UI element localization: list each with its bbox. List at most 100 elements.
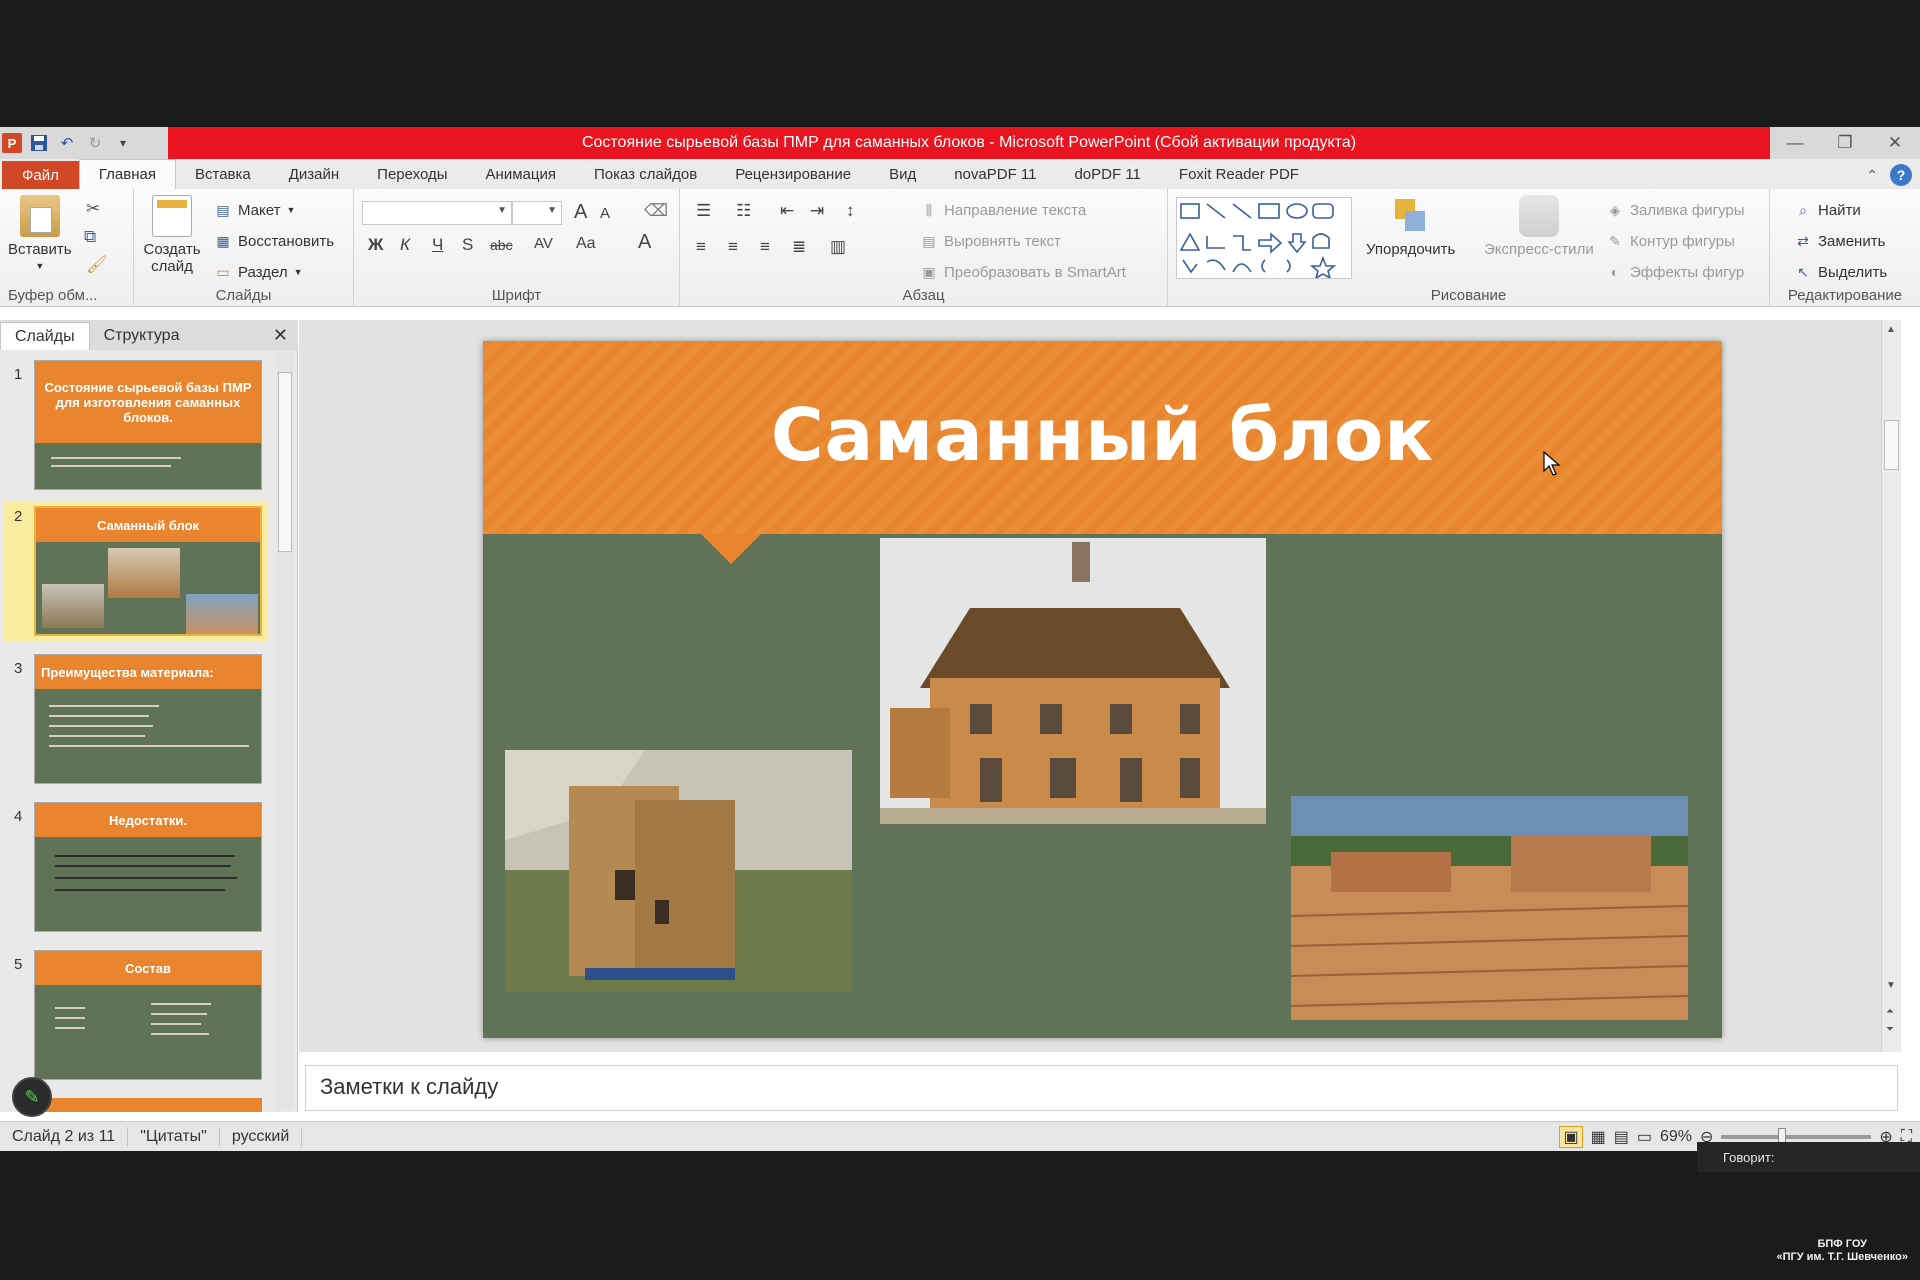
tab-slideshow[interactable]: Показ слайдов — [575, 159, 716, 189]
align-center-icon[interactable]: ≡ — [728, 237, 738, 257]
photo-drying-bricks[interactable] — [1291, 796, 1688, 1020]
powerpoint-app-icon[interactable]: P — [2, 133, 22, 153]
tab-outline[interactable]: Структура — [90, 322, 194, 350]
layout-button[interactable]: ▤ Макет ▼ — [214, 201, 295, 219]
replace-button[interactable]: ⇄ Заменить — [1794, 232, 1885, 250]
paste-button[interactable]: Вставить ▼ — [8, 195, 72, 275]
slide-sorter-icon[interactable]: ▦ — [1591, 1127, 1606, 1147]
next-slide-icon[interactable]: ⏷ — [1886, 1024, 1894, 1035]
copy-icon[interactable]: ⧉ — [84, 227, 96, 247]
slideshow-icon[interactable]: ▭ — [1637, 1127, 1652, 1147]
quick-styles-button[interactable]: Экспресс-стили — [1484, 195, 1594, 258]
strikethrough-icon[interactable]: abc — [490, 237, 513, 253]
group-clipboard: Вставить ▼ ✂ ⧉ 🖌 Буфер обм... — [0, 189, 134, 307]
justify-icon[interactable]: ≣ — [792, 237, 806, 257]
editor-scrollbar-thumb[interactable] — [1884, 420, 1899, 470]
redo-icon[interactable]: ↻ — [84, 132, 106, 154]
notes-pane[interactable]: Заметки к слайду — [305, 1065, 1898, 1111]
restore-icon[interactable]: ❐ — [1820, 127, 1870, 159]
minimize-ribbon-icon[interactable]: ⌃ — [1866, 167, 1878, 184]
reading-view-icon[interactable]: ▤ — [1614, 1127, 1629, 1147]
shape-effects-button[interactable]: ◐ Эффекты фигур — [1606, 263, 1744, 281]
photo-adobe-blocks[interactable] — [505, 750, 852, 992]
zoom-level[interactable]: 69% — [1660, 1128, 1692, 1146]
scroll-up-icon[interactable]: ▲ — [1886, 324, 1896, 335]
select-button[interactable]: ↖ Выделить — [1794, 263, 1887, 281]
increase-indent-icon[interactable]: ⇥ — [810, 201, 824, 221]
tab-file[interactable]: Файл — [2, 161, 79, 189]
help-icon[interactable]: ? — [1890, 164, 1912, 186]
tab-foxit[interactable]: Foxit Reader PDF — [1160, 159, 1318, 189]
shrink-font-icon[interactable]: A — [600, 205, 610, 222]
tab-dopdf[interactable]: doPDF 11 — [1055, 159, 1159, 189]
tab-novapdf[interactable]: novaPDF 11 — [935, 159, 1055, 189]
slide-thumbnail-3[interactable]: 3 Преимущества материала: — [0, 654, 280, 792]
columns-icon[interactable]: ▥ — [830, 237, 846, 257]
close-pane-icon[interactable]: ✕ — [273, 325, 288, 346]
numbering-icon[interactable]: ☷ — [736, 201, 751, 221]
align-text-button[interactable]: ▤ Выровнять текст — [920, 232, 1060, 250]
previous-slide-icon[interactable]: ⏶ — [1886, 1006, 1894, 1017]
font-name-select[interactable]: ▼ — [362, 201, 512, 225]
shape-fill-button[interactable]: ◈ Заливка фигуры — [1606, 201, 1745, 219]
slide-thumbnail-4[interactable]: 4 Недостатки. — [0, 802, 280, 940]
language-indicator[interactable]: русский — [220, 1126, 303, 1147]
underline-button[interactable]: Ч — [432, 235, 443, 255]
text-direction-button[interactable]: ⫼ Направление текста — [920, 201, 1086, 219]
arrange-button[interactable]: Упорядочить — [1366, 195, 1455, 258]
zoom-slider[interactable] — [1721, 1128, 1872, 1146]
tab-design[interactable]: Дизайн — [270, 159, 358, 189]
tab-home[interactable]: Главная — [78, 159, 176, 189]
align-left-icon[interactable]: ≡ — [696, 237, 706, 257]
tab-animations[interactable]: Анимация — [467, 159, 575, 189]
slide-canvas[interactable]: Саманный блок — [483, 341, 1722, 1038]
tab-insert[interactable]: Вставка — [176, 159, 270, 189]
slide-title[interactable]: Саманный блок — [483, 393, 1722, 477]
italic-button[interactable]: К — [400, 235, 410, 255]
tab-transitions[interactable]: Переходы — [358, 159, 466, 189]
find-button[interactable]: ⌕ Найти — [1794, 201, 1861, 219]
layout-icon: ▤ — [216, 201, 230, 218]
slide-thumbnail-6-partial[interactable] — [34, 1098, 262, 1112]
photo-adobe-house[interactable] — [880, 538, 1266, 824]
char-spacing-icon[interactable]: AV — [534, 235, 553, 252]
reset-button[interactable]: ▦ Восстановить — [214, 232, 334, 250]
cut-icon[interactable]: ✂ — [86, 199, 100, 219]
line-spacing-icon[interactable]: ↕ — [846, 201, 855, 221]
smartart-button[interactable]: ▣ Преобразовать в SmartArt — [920, 263, 1126, 281]
font-size-select[interactable]: ▼ — [512, 201, 562, 225]
shapes-gallery[interactable] — [1176, 197, 1352, 280]
slide-thumbnail-5[interactable]: 5 Состав — [0, 950, 280, 1088]
bold-button[interactable]: Ж — [368, 235, 383, 255]
section-button[interactable]: ▭ Раздел ▼ — [214, 263, 302, 281]
shadow-button[interactable]: S — [462, 235, 473, 255]
tab-slides[interactable]: Слайды — [0, 322, 90, 350]
change-case-button[interactable]: Aa — [576, 235, 596, 253]
grow-font-icon[interactable]: A — [574, 201, 587, 224]
tab-review[interactable]: Рецензирование — [716, 159, 870, 189]
slide-thumbnail-2[interactable]: 2 Саманный блок — [4, 502, 268, 642]
clear-formatting-icon[interactable]: ⌫ — [644, 201, 668, 221]
font-color-button[interactable]: A — [638, 231, 651, 254]
normal-view-icon[interactable]: ▣ — [1559, 1126, 1583, 1148]
align-right-icon[interactable]: ≡ — [760, 237, 770, 257]
save-icon[interactable] — [28, 132, 50, 154]
bullets-icon[interactable]: ☰ — [696, 201, 711, 221]
bricks-image — [1291, 796, 1688, 1020]
undo-icon[interactable]: ↶ — [56, 132, 78, 154]
status-bar: Слайд 2 из 11 "Цитаты" русский ▣ ▦ ▤ ▭ 6… — [0, 1121, 1920, 1151]
slides-pane-scrollbar[interactable] — [276, 352, 294, 1110]
minimize-icon[interactable]: — — [1770, 127, 1820, 159]
format-painter-icon[interactable]: 🖌 — [86, 255, 108, 275]
tab-view[interactable]: Вид — [870, 159, 935, 189]
annotation-pen-icon[interactable]: ✎ — [12, 1077, 52, 1117]
customize-qat-icon[interactable]: ▾ — [112, 132, 134, 154]
scroll-down-icon[interactable]: ▼ — [1886, 980, 1896, 991]
editor-scrollbar[interactable]: ▲ ▼ ⏶ ⏷ — [1881, 320, 1901, 1052]
decrease-indent-icon[interactable]: ⇤ — [780, 201, 794, 221]
close-icon[interactable]: ✕ — [1870, 127, 1920, 159]
scrollbar-thumb[interactable] — [278, 372, 292, 552]
new-slide-button[interactable]: Создать слайд — [144, 195, 201, 275]
slide-thumbnail-1[interactable]: 1 Состояние сырьевой базы ПМР для изгото… — [0, 360, 280, 498]
shape-outline-button[interactable]: ✎ Контур фигуры — [1606, 232, 1735, 250]
